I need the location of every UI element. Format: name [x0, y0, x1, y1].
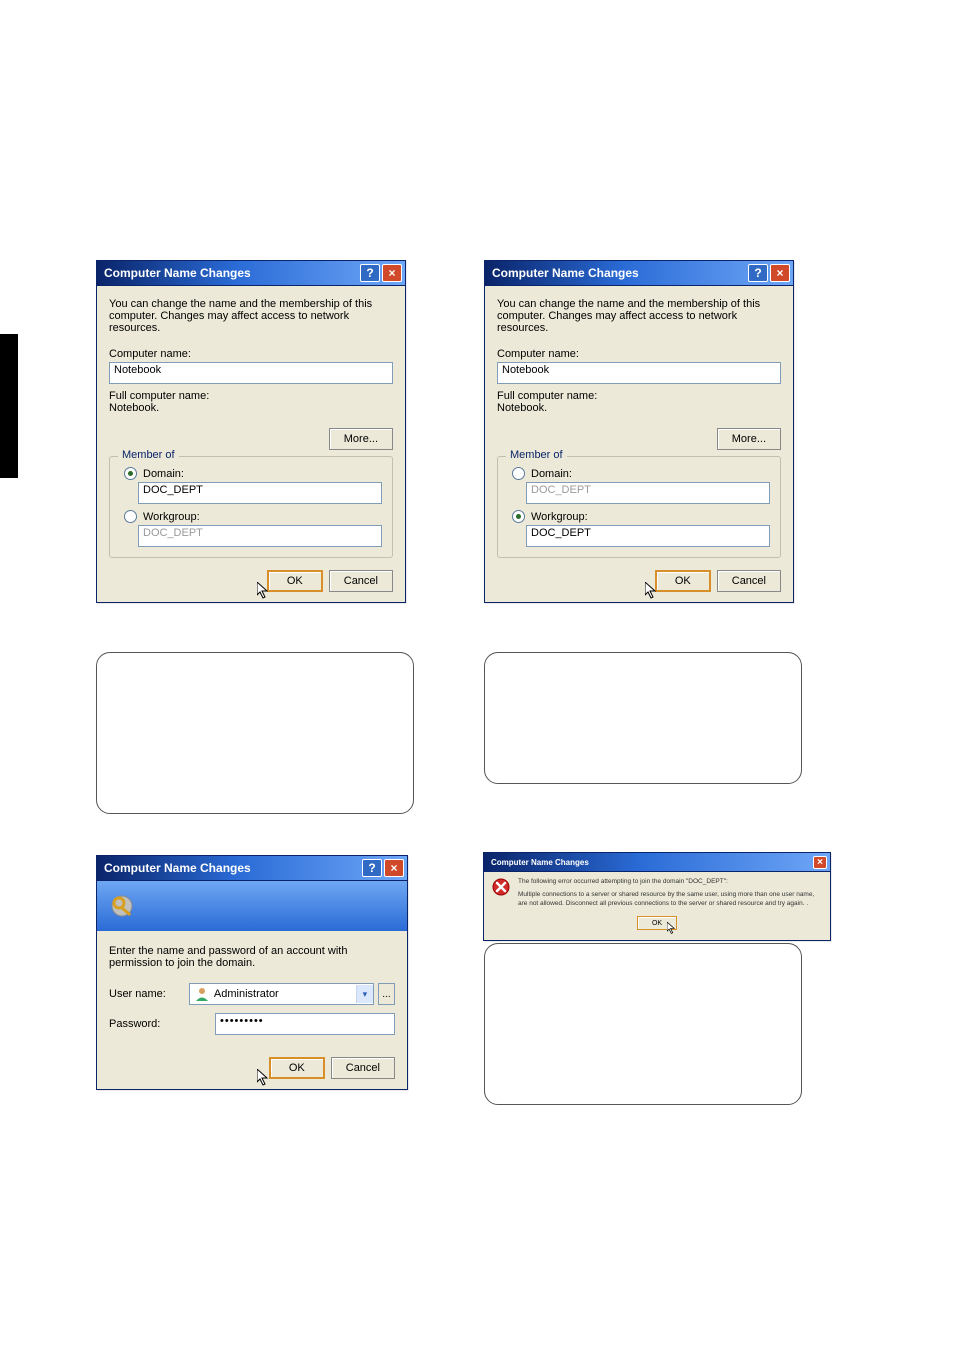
computer-name-changes-dialog-workgroup: Computer Name Changes ? × You can change…: [484, 260, 794, 603]
radio-domain-label: Domain:: [531, 468, 572, 480]
dropdown-icon[interactable]: ▾: [356, 985, 373, 1003]
member-of-group: Member of Domain: DOC_DEPT Workgroup: DO…: [497, 456, 781, 558]
close-icon[interactable]: ×: [813, 856, 827, 869]
page-side-tab: [0, 334, 18, 478]
password-label: Password:: [109, 1018, 215, 1030]
dialog-title: Computer Name Changes: [100, 266, 251, 280]
credentials-dialog: Computer Name Changes ? × Enter the name…: [96, 855, 408, 1090]
ok-button[interactable]: OK: [269, 1057, 325, 1079]
note-area: [484, 943, 802, 1105]
error-line2: Multiple connections to a server or shar…: [518, 891, 822, 909]
note-area: [96, 652, 414, 814]
cancel-button[interactable]: Cancel: [717, 570, 781, 592]
computer-name-label: Computer name:: [109, 348, 393, 360]
title-bar: Computer Name Changes ×: [484, 853, 830, 872]
radio-workgroup-label: Workgroup:: [531, 511, 588, 523]
workgroup-input: DOC_DEPT: [138, 525, 382, 547]
radio-domain[interactable]: Domain:: [124, 467, 382, 480]
radio-workgroup-label: Workgroup:: [143, 511, 200, 523]
computer-name-changes-dialog-domain: Computer Name Changes ? × You can change…: [96, 260, 406, 603]
help-icon[interactable]: ?: [360, 264, 380, 282]
title-bar: Computer Name Changes ? ×: [97, 856, 407, 881]
title-bar: Computer Name Changes ? ×: [97, 261, 405, 286]
error-text: The following error occurred attempting …: [518, 878, 822, 908]
member-of-legend: Member of: [506, 449, 567, 461]
radio-icon: [124, 467, 137, 480]
keys-icon: [105, 889, 139, 923]
full-computer-name-value: Notebook.: [497, 402, 781, 414]
radio-workgroup[interactable]: Workgroup:: [512, 510, 770, 523]
more-button[interactable]: More...: [329, 428, 393, 450]
member-of-group: Member of Domain: DOC_DEPT Workgroup: DO…: [109, 456, 393, 558]
credentials-banner: [97, 881, 407, 931]
close-icon[interactable]: ×: [770, 264, 790, 282]
credentials-instruction: Enter the name and password of an accoun…: [109, 945, 395, 969]
radio-icon: [124, 510, 137, 523]
computer-name-label: Computer name:: [497, 348, 781, 360]
error-dialog: Computer Name Changes × The following er…: [483, 852, 831, 941]
radio-workgroup[interactable]: Workgroup:: [124, 510, 382, 523]
cancel-button[interactable]: Cancel: [331, 1057, 395, 1079]
dialog-description: You can change the name and the membersh…: [497, 298, 781, 334]
dialog-title: Computer Name Changes: [487, 858, 589, 867]
close-icon[interactable]: ×: [384, 859, 404, 877]
note-area: [484, 652, 802, 784]
ok-button[interactable]: OK: [637, 916, 677, 930]
dialog-description: You can change the name and the membersh…: [109, 298, 393, 334]
help-icon[interactable]: ?: [748, 264, 768, 282]
cancel-button[interactable]: Cancel: [329, 570, 393, 592]
user-name-label: User name:: [109, 988, 189, 1000]
dialog-title: Computer Name Changes: [488, 266, 639, 280]
radio-domain[interactable]: Domain:: [512, 467, 770, 480]
dialog-title: Computer Name Changes: [100, 861, 251, 875]
help-icon[interactable]: ?: [362, 859, 382, 877]
user-name-combo[interactable]: ▾: [189, 983, 374, 1005]
more-button[interactable]: More...: [717, 428, 781, 450]
domain-input: DOC_DEPT: [526, 482, 770, 504]
computer-name-input[interactable]: Notebook: [109, 362, 393, 384]
radio-icon: [512, 467, 525, 480]
error-line1: The following error occurred attempting …: [518, 878, 822, 887]
radio-icon: [512, 510, 525, 523]
full-computer-name-label: Full computer name:: [497, 390, 781, 402]
error-icon: [492, 878, 510, 896]
password-input[interactable]: •••••••••: [215, 1013, 395, 1035]
full-computer-name-value: Notebook.: [109, 402, 393, 414]
ok-button[interactable]: OK: [655, 570, 711, 592]
member-of-legend: Member of: [118, 449, 179, 461]
domain-input[interactable]: DOC_DEPT: [138, 482, 382, 504]
browse-button[interactable]: ...: [378, 983, 395, 1005]
title-bar: Computer Name Changes ? ×: [485, 261, 793, 286]
user-icon: [194, 986, 210, 1002]
radio-domain-label: Domain:: [143, 468, 184, 480]
close-icon[interactable]: ×: [382, 264, 402, 282]
full-computer-name-label: Full computer name:: [109, 390, 393, 402]
workgroup-input[interactable]: DOC_DEPT: [526, 525, 770, 547]
ok-button[interactable]: OK: [267, 570, 323, 592]
user-name-input[interactable]: [214, 986, 356, 1002]
computer-name-input[interactable]: Notebook: [497, 362, 781, 384]
